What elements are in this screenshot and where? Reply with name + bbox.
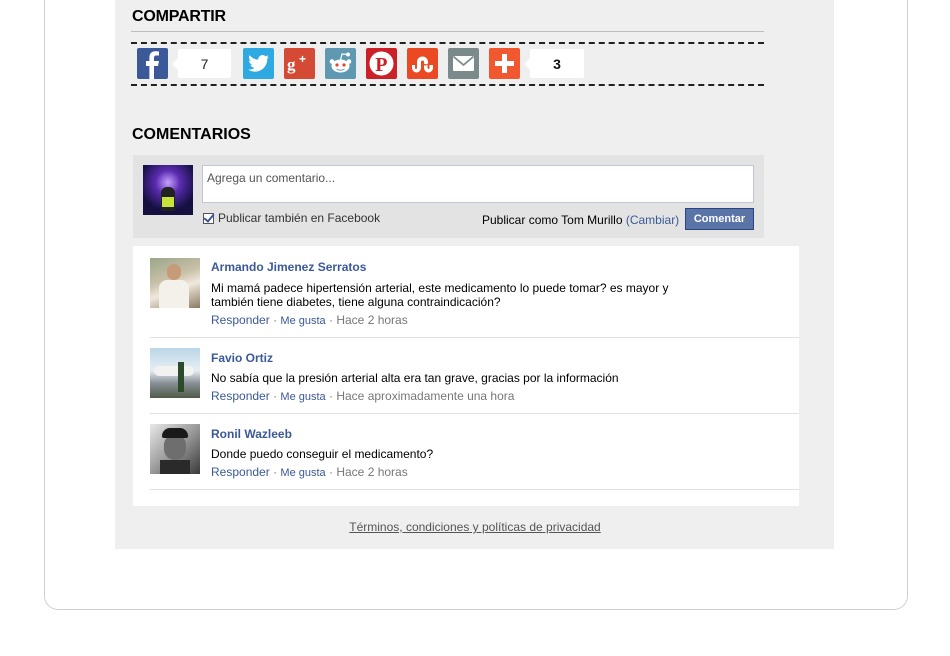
share-top-divider bbox=[131, 42, 764, 44]
comment-timestamp: Hace aproximadamente una hora bbox=[336, 389, 515, 403]
facebook-share-count: 7 bbox=[172, 49, 231, 78]
svg-text:g: g bbox=[287, 55, 296, 74]
stumbleupon-icon bbox=[412, 56, 433, 73]
comment-text: Mi mamá padece hipertensión arterial, es… bbox=[211, 281, 669, 309]
post-to-facebook-checkbox[interactable]: Publicar también en Facebook bbox=[203, 211, 380, 225]
twitter-share-button[interactable] bbox=[243, 48, 274, 79]
post-to-facebook-label: Publicar también en Facebook bbox=[218, 211, 381, 225]
comment-item: Favio Ortiz No sabía que la presión arte… bbox=[150, 337, 799, 414]
comment-compose-box: Agrega un comentario... Publicar también… bbox=[133, 155, 764, 238]
comment-actions: Responder · Me gusta · Hace 2 horas bbox=[211, 313, 408, 327]
comment-timestamp: Hace 2 horas bbox=[336, 465, 408, 479]
google-plus-share-button[interactable]: g + bbox=[284, 48, 315, 79]
reply-link[interactable]: Responder bbox=[211, 389, 270, 403]
comment-input[interactable]: Agrega un comentario... bbox=[202, 165, 754, 203]
svg-text:P: P bbox=[375, 54, 387, 76]
email-icon bbox=[452, 55, 475, 71]
comment-item: Ronil Wazleeb Donde puedo conseguir el m… bbox=[150, 413, 799, 490]
commenter-avatar[interactable] bbox=[150, 258, 200, 308]
comment-author[interactable]: Armando Jimenez Serratos bbox=[211, 260, 366, 274]
comments-heading: COMENTARIOS bbox=[132, 126, 251, 143]
addthis-plus-icon bbox=[495, 54, 514, 73]
reply-link[interactable]: Responder bbox=[211, 465, 270, 479]
reddit-icon bbox=[329, 52, 352, 73]
like-link[interactable]: Me gusta bbox=[280, 467, 325, 479]
comment-text: Donde puedo conseguir el medicamento? bbox=[211, 447, 434, 461]
google-plus-icon: g + bbox=[287, 52, 306, 74]
comment-actions: Responder · Me gusta · Hace aproximadame… bbox=[211, 389, 515, 403]
stumbleupon-share-button[interactable] bbox=[407, 48, 438, 79]
current-user-avatar bbox=[143, 165, 193, 215]
comment-author[interactable]: Ronil Wazleeb bbox=[211, 427, 292, 441]
addthis-share-button[interactable] bbox=[489, 48, 520, 79]
comment-timestamp: Hace 2 horas bbox=[336, 313, 408, 327]
checkbox-checked-icon bbox=[203, 212, 214, 224]
terms-link[interactable]: Términos, condiciones y políticas de pri… bbox=[0, 520, 950, 534]
twitter-icon bbox=[248, 55, 270, 72]
total-share-count: 3 bbox=[524, 49, 584, 78]
submit-comment-button[interactable]: Comentar bbox=[685, 208, 754, 230]
pinterest-icon: P bbox=[369, 51, 394, 76]
comment-item: Armando Jimenez Serratos Mi mamá padece … bbox=[150, 246, 799, 338]
facebook-share-button[interactable] bbox=[137, 48, 168, 79]
comments-list: Armando Jimenez Serratos Mi mamá padece … bbox=[133, 246, 799, 506]
comment-author[interactable]: Favio Ortiz bbox=[211, 351, 273, 365]
commenter-avatar[interactable] bbox=[150, 424, 200, 474]
svg-text:+: + bbox=[299, 52, 306, 66]
reply-link[interactable]: Responder bbox=[211, 313, 270, 327]
share-bottom-divider bbox=[131, 84, 764, 86]
share-heading: COMPARTIR bbox=[132, 8, 226, 25]
like-link[interactable]: Me gusta bbox=[280, 315, 325, 327]
post-as-info: Publicar como Tom Murillo (Cambiar) bbox=[482, 213, 679, 227]
post-as-text: Publicar como Tom Murillo bbox=[482, 213, 623, 227]
change-account-link[interactable]: (Cambiar) bbox=[626, 213, 679, 227]
comment-actions: Responder · Me gusta · Hace 2 horas bbox=[211, 465, 408, 479]
facebook-icon bbox=[146, 51, 159, 79]
share-heading-divider bbox=[131, 31, 764, 32]
email-share-button[interactable] bbox=[448, 48, 479, 79]
comment-text: No sabía que la presión arterial alta er… bbox=[211, 371, 619, 385]
reddit-share-button[interactable] bbox=[325, 48, 356, 79]
pinterest-share-button[interactable]: P bbox=[366, 48, 397, 79]
commenter-avatar[interactable] bbox=[150, 348, 200, 398]
like-link[interactable]: Me gusta bbox=[280, 391, 325, 403]
